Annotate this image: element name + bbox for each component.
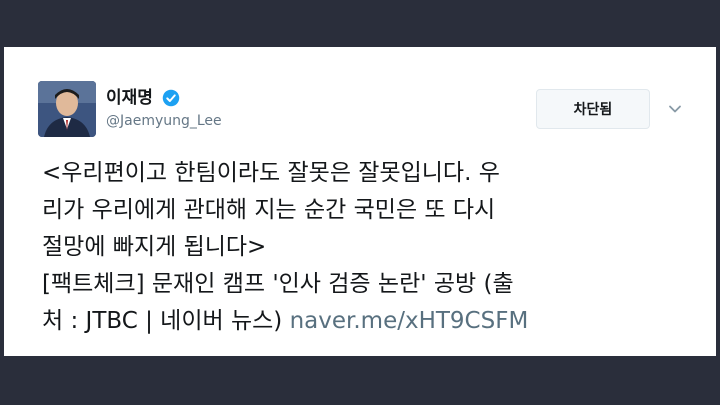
tweet-text-line: 리가 우리에게 관대해 지는 순간 국민은 또 다시 — [42, 197, 496, 223]
blocked-button-label: 차단됨 — [573, 102, 613, 118]
tweet-card: 이재명 @Jaemyung_Lee 차단됨 <우리편이고 한팀이라도 잘못은 잘… — [4, 47, 716, 356]
tweet-text-line: 처 : JTBC | 네이버 뉴스) — [42, 308, 290, 334]
avatar-image — [38, 81, 96, 137]
user-info: 이재명 @Jaemyung_Lee — [106, 87, 222, 131]
tweet-text-line: [팩트체크] 문재인 캠프 '인사 검증 논란' 공방 (출 — [42, 271, 514, 297]
display-name[interactable]: 이재명 — [106, 87, 153, 109]
tweet-text-line-with-link: 처 : JTBC | 네이버 뉴스) naver.me/xHT9CSFM — [42, 303, 692, 340]
tweet-text: <우리편이고 한팀이라도 잘못은 잘못입니다. 우 리가 우리에게 관대해 지는… — [42, 155, 692, 340]
user-handle[interactable]: @Jaemyung_Lee — [106, 111, 222, 131]
chevron-down-icon[interactable] — [668, 102, 682, 116]
avatar[interactable] — [38, 81, 96, 137]
blocked-button[interactable]: 차단됨 — [536, 89, 650, 129]
screen-frame: 이재명 @Jaemyung_Lee 차단됨 <우리편이고 한팀이라도 잘못은 잘… — [0, 0, 720, 405]
tweet-text-line: 절망에 빠지게 됩니다> — [42, 234, 267, 260]
tweet-text-line: <우리편이고 한팀이라도 잘못은 잘못입니다. 우 — [42, 160, 500, 186]
tweet-link[interactable]: naver.me/xHT9CSFM — [290, 308, 529, 334]
verified-badge-icon — [162, 89, 180, 107]
